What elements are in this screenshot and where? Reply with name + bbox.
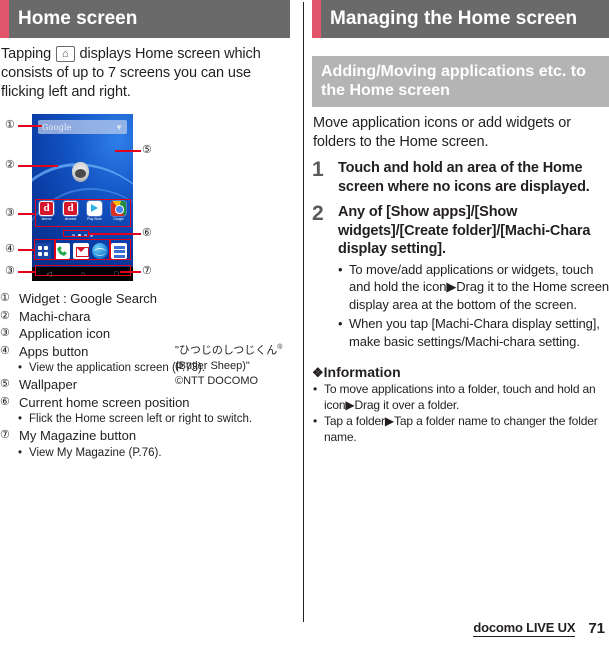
home-screen-figure: Google ▼ dmenu dmarket Play Sto	[0, 108, 290, 387]
machi-chara-credit: "ひつじのしつじくん® (Butler Sheep)" ©NTT DOCOMO	[175, 340, 282, 389]
leader-line-7	[120, 271, 141, 273]
legend-number: ②	[0, 309, 10, 322]
legend-number: ①	[0, 292, 10, 304]
step-2-substep-2: • When you tap [Machi-Chara display sett…	[312, 315, 609, 350]
right-column: Managing the Home screen Adding/Moving a…	[312, 0, 609, 645]
left-intro-paragraph: Tapping ⌂ displays Home screen which con…	[0, 38, 290, 102]
step-text: Touch and hold an area of the Home scree…	[338, 160, 590, 195]
step-number: 2	[312, 202, 324, 225]
callout-number-7: ⑦	[142, 265, 152, 277]
bullet-dot: •	[18, 362, 23, 374]
step-text: Any of [Show apps]/[Show widgets]/[Creat…	[338, 204, 591, 257]
accent-bar	[312, 0, 321, 38]
accent-bar	[0, 0, 9, 38]
page-number: 71	[588, 620, 605, 637]
page-footer: docomo LIVE UX 71	[473, 620, 605, 637]
information-item-2: • Tap a folder▶Tap a folder name to chan…	[312, 413, 609, 445]
information-item-text: Tap a folder▶Tap a folder name to change…	[324, 414, 598, 444]
machi-chara-character[interactable]	[72, 162, 89, 182]
legend-item-7: ⑦ My Magazine button	[0, 427, 290, 445]
right-chapter-title: Managing the Home screen	[330, 8, 578, 29]
bullet-dot: •	[338, 261, 343, 277]
legend-subitem: • View My Magazine (P.76).	[0, 445, 290, 461]
legend-subitem-text: View My Magazine (P.76).	[29, 446, 162, 459]
footer-brand: docomo LIVE UX	[473, 620, 576, 637]
diamond-icon: ❖	[312, 365, 324, 380]
legend-label: Apps button	[19, 343, 89, 359]
information-title: Information	[323, 364, 401, 380]
legend-item-6: ⑥ Current home screen position	[0, 394, 290, 412]
bullet-dot: •	[338, 316, 343, 331]
bullet-dot: •	[313, 382, 318, 396]
highlight-page-indicator	[63, 230, 89, 237]
callout-number-5: ⑤	[142, 144, 152, 156]
credit-line-1: "ひつじのしつじくん®	[175, 344, 283, 357]
legend-label: Machi-chara	[19, 308, 91, 324]
google-search-widget-label: Google	[42, 122, 72, 132]
column-divider	[303, 2, 304, 622]
callout-number-2: ②	[5, 159, 15, 171]
callout-number-4: ④	[5, 243, 15, 255]
bullet-dot: •	[18, 446, 23, 459]
information-item-text: To move applications into a folder, touc…	[324, 382, 596, 412]
callout-number-1: ①	[5, 119, 15, 131]
left-chapter-title: Home screen	[18, 8, 138, 29]
legend-subitem-text: Flick the Home screen left or right to s…	[29, 413, 253, 425]
section-header: Adding/Moving applications etc. to the H…	[312, 56, 609, 107]
callout-number-3b: ③	[5, 265, 15, 277]
callout-number-3: ③	[5, 207, 15, 219]
callout-number-6: ⑥	[142, 227, 152, 239]
bullet-dot: •	[18, 413, 23, 425]
legend-item-1: ① Widget : Google Search	[0, 290, 290, 308]
legend-subitem: • Flick the Home screen left or right to…	[0, 411, 290, 427]
home-icon: ⌂	[56, 46, 75, 62]
step-1: 1 Touch and hold an area of the Home scr…	[312, 159, 609, 196]
leader-line-3	[18, 213, 35, 215]
leader-line-2	[18, 165, 58, 167]
step-2-substep-1: • To move/add applications or widgets, t…	[312, 261, 609, 314]
leader-line-1	[18, 125, 42, 127]
leader-line-5	[115, 150, 141, 152]
left-chapter-header: Home screen	[0, 0, 290, 38]
left-column: Home screen Tapping ⌂ displays Home scre…	[0, 0, 290, 645]
credit-line-2: (Butler Sheep)"	[175, 359, 250, 372]
legend-number: ④	[0, 344, 10, 357]
highlight-navigation-bar	[35, 265, 131, 276]
highlight-application-icons	[35, 199, 131, 227]
google-search-widget[interactable]: Google ▼	[38, 120, 127, 134]
highlight-my-magazine-button	[110, 239, 131, 260]
right-chapter-header: Managing the Home screen	[312, 0, 609, 38]
legend-number: ③	[0, 327, 10, 339]
legend-number: ⑤	[0, 378, 10, 390]
legend-label: Current home screen position	[19, 394, 190, 410]
step-number: 1	[312, 158, 324, 181]
manual-page: Home screen Tapping ⌂ displays Home scre…	[0, 0, 609, 645]
credit-line-3: ©NTT DOCOMO	[175, 374, 259, 387]
leader-line-3b	[18, 271, 35, 273]
leader-line-6	[89, 233, 141, 235]
intro-before-text: Tapping	[1, 46, 52, 62]
leader-line-4	[18, 249, 34, 251]
step-2: 2 Any of [Show apps]/[Show widgets]/[Cre…	[312, 203, 609, 259]
information-item-1: • To move applications into a folder, to…	[312, 381, 609, 413]
registered-mark: ®	[277, 344, 283, 351]
header-spacer	[312, 38, 609, 56]
bullet-dot: •	[313, 414, 318, 428]
highlight-apps-button	[34, 239, 55, 260]
substep-text: To move/add applications or widgets, tou…	[349, 261, 609, 312]
information-header: ❖Information	[312, 364, 609, 381]
right-intro-paragraph: Move application icons or add widgets or…	[313, 115, 571, 150]
legend-number: ⑦	[0, 429, 10, 441]
legend-label: Application icon	[19, 326, 111, 341]
legend-label: Widget : Google Search	[19, 291, 158, 306]
mic-icon[interactable]: ▼	[115, 123, 123, 132]
legend-number: ⑥	[0, 395, 10, 408]
legend-item-2: ② Machi-chara	[0, 308, 290, 326]
legend-label: Wallpaper	[19, 377, 78, 392]
legend-label: My Magazine button	[19, 428, 137, 443]
substep-text: When you tap [Machi-Chara display settin…	[349, 316, 600, 349]
